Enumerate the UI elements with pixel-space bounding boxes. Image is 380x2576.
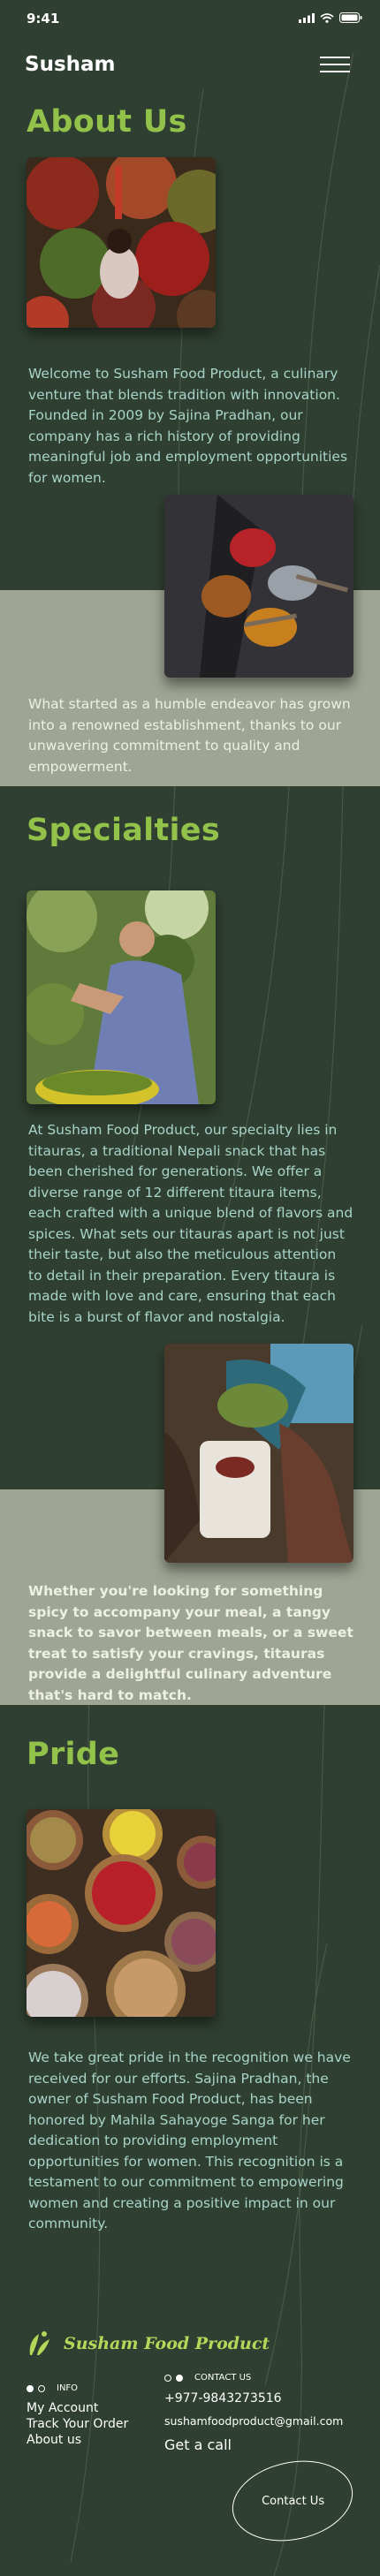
footer-info-heading: INFO bbox=[27, 2383, 128, 2393]
status-bar: 9:41 bbox=[0, 0, 380, 39]
cellular-signal-icon bbox=[299, 12, 315, 23]
about-growth-paragraph: What started as a humble endeavor has gr… bbox=[28, 696, 351, 775]
footer-link-track-order[interactable]: Track Your Order bbox=[27, 2416, 128, 2432]
about-intro-paragraph: Welcome to Susham Food Product, a culina… bbox=[28, 366, 348, 486]
specialties-body-paragraph: At Susham Food Product, our specialty li… bbox=[28, 1122, 353, 1325]
footer-contact-heading-text: CONTACT US bbox=[194, 2373, 252, 2383]
footer-contact-heading: CONTACT US bbox=[164, 2373, 343, 2383]
contact-us-button-label: Contact Us bbox=[261, 2494, 324, 2508]
battery-icon bbox=[339, 12, 362, 23]
about-spoons-spices-image bbox=[164, 495, 353, 678]
dot-filled-icon bbox=[27, 2384, 34, 2392]
footer-link-my-account[interactable]: My Account bbox=[27, 2400, 128, 2416]
footer-email[interactable]: sushamfoodproduct@gmail.com bbox=[164, 2414, 343, 2428]
pride-title: Pride bbox=[27, 1737, 120, 1772]
hamburger-menu-icon[interactable] bbox=[318, 51, 352, 78]
footer-link-about-us[interactable]: About us bbox=[27, 2432, 128, 2448]
footer-logo-text: Susham Food Product bbox=[64, 2334, 270, 2353]
dot-filled-icon bbox=[176, 2374, 183, 2382]
footer-get-a-call[interactable]: Get a call bbox=[164, 2436, 343, 2453]
brand-logo[interactable]: Susham bbox=[25, 53, 116, 76]
leaf-logo-icon bbox=[29, 2331, 49, 2355]
footer-info-heading-text: INFO bbox=[57, 2383, 79, 2393]
about-market-spices-image bbox=[27, 157, 216, 328]
pride-baskets-image bbox=[27, 1809, 216, 2017]
specialties-farmer-image bbox=[27, 890, 216, 1104]
specialties-title: Specialties bbox=[27, 813, 220, 848]
specialties-titaura-making-image bbox=[164, 1344, 353, 1563]
footer-phone[interactable]: +977-9843273516 bbox=[164, 2391, 343, 2406]
contact-us-button[interactable]: Contact Us bbox=[224, 2450, 361, 2552]
footer-info-column: INFO My Account Track Your Order About u… bbox=[27, 2383, 128, 2448]
footer-contact-column: CONTACT US +977-9843273516 sushamfoodpro… bbox=[164, 2373, 343, 2453]
about-title: About Us bbox=[27, 104, 187, 140]
dot-outline-icon bbox=[38, 2384, 45, 2392]
footer-logo[interactable]: Susham Food Product bbox=[25, 2329, 270, 2359]
pride-body-paragraph: We take great pride in the recognition w… bbox=[28, 2049, 351, 2231]
dot-outline-icon bbox=[164, 2374, 171, 2382]
status-icons bbox=[299, 12, 362, 23]
specialties-highlight-paragraph: Whether you're looking for something spi… bbox=[28, 1583, 353, 1703]
wifi-icon bbox=[320, 12, 334, 23]
status-time: 9:41 bbox=[27, 11, 60, 27]
